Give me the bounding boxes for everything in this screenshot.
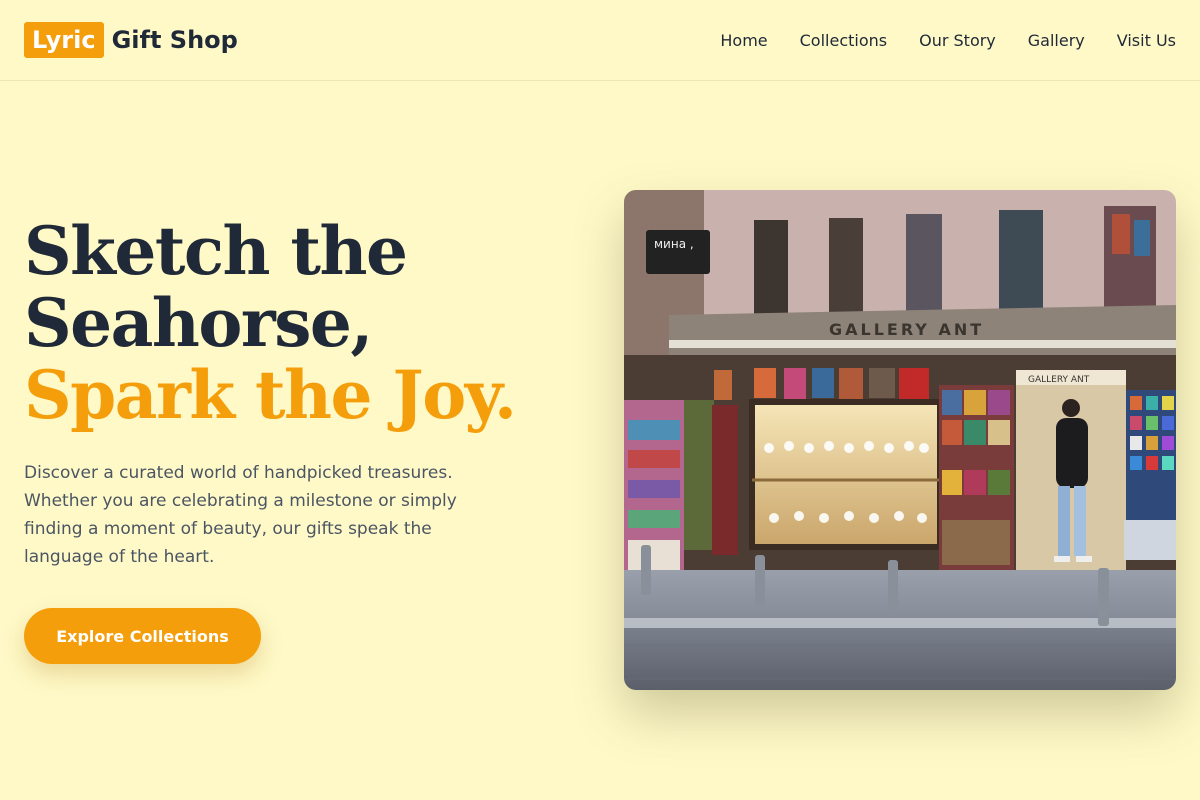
headline-accent: Spark the Joy. [24, 356, 517, 434]
small-sign-text: мина , [654, 237, 694, 251]
nav-collections[interactable]: Collections [800, 31, 887, 50]
patchwork-textiles [939, 385, 1014, 570]
hero-headline: Sketch the Seahorse, Spark the Joy. [24, 215, 564, 431]
brand-logo[interactable]: Lyric Gift Shop [24, 22, 238, 58]
brand-name: Gift Shop [111, 26, 238, 54]
nav-our-story[interactable]: Our Story [919, 31, 996, 50]
hero-text: Sketch the Seahorse, Spark the Joy. Disc… [24, 215, 564, 571]
jewelry-window [752, 402, 940, 547]
explore-collections-button[interactable]: Explore Collections [24, 608, 261, 664]
main-nav: Home Collections Our Story Gallery Visit… [720, 31, 1176, 50]
storefront-illustration: мина , GALLERY ANT GALLERY ANT [624, 190, 1176, 690]
storefront-photo: мина , GALLERY ANT GALLERY ANT [624, 190, 1176, 690]
headline-main: Sketch the Seahorse, [24, 212, 408, 362]
nav-visit-us[interactable]: Visit Us [1117, 31, 1176, 50]
nav-gallery[interactable]: Gallery [1028, 31, 1085, 50]
store-sign-text: GALLERY ANT [829, 320, 984, 339]
door-sign-text: GALLERY ANT [1028, 375, 1090, 385]
nav-home[interactable]: Home [720, 31, 767, 50]
site-header: Lyric Gift Shop Home Collections Our Sto… [0, 0, 1200, 81]
brand-badge: Lyric [24, 22, 104, 58]
postcard-rack [1124, 390, 1176, 560]
hero-description: Discover a curated world of handpicked t… [24, 463, 457, 567]
